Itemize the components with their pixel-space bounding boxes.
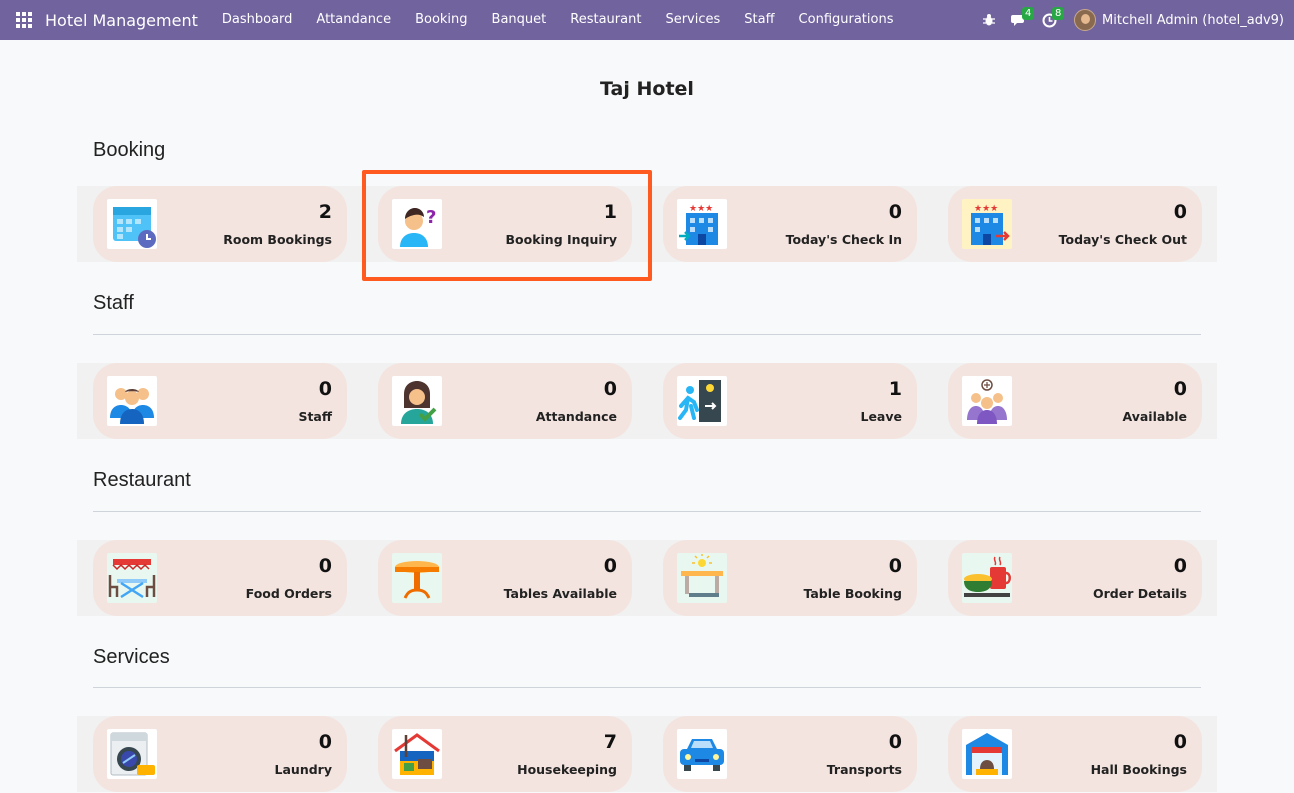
hotel-checkout-icon: ★★★ (962, 199, 1012, 249)
card-staff[interactable]: 0 Staff (93, 363, 347, 439)
page-title: Taj Hotel (600, 78, 694, 100)
food-orders-label: Food Orders (245, 586, 332, 601)
card-hall-bookings[interactable]: 0 Hall Bookings (948, 716, 1202, 792)
section-title-booking: Booking (93, 139, 166, 161)
dining-table-icon (107, 553, 157, 603)
table-booking-count: 0 (888, 555, 902, 577)
housekeeping-count: 7 (603, 731, 617, 753)
debug-bug-icon[interactable] (974, 0, 1004, 40)
staff-count: 0 (318, 378, 332, 400)
card-attandance[interactable]: 0 Attandance (378, 363, 632, 439)
messages-icon[interactable]: 4 (1004, 0, 1035, 40)
menu-restaurant[interactable]: Restaurant (558, 0, 653, 40)
menu-services[interactable]: Services (653, 0, 732, 40)
check-out-count: 0 (1173, 201, 1187, 223)
card-todays-check-in[interactable]: ★★★ 0 Today's Check In (663, 186, 917, 262)
card-transports[interactable]: 0 Transports (663, 716, 917, 792)
card-housekeeping[interactable]: 7 Housekeeping (378, 716, 632, 792)
tables-available-label: Tables Available (503, 586, 617, 601)
check-in-count: 0 (888, 201, 902, 223)
menu-dashboard[interactable]: Dashboard (210, 0, 305, 40)
user-menu[interactable]: Mitchell Admin (hotel_adv9) (1074, 9, 1284, 31)
laundry-count: 0 (318, 731, 332, 753)
people-available-icon (962, 376, 1012, 426)
section-title-staff: Staff (93, 292, 134, 314)
attandance-label: Attandance (535, 409, 617, 424)
order-details-label: Order Details (1092, 586, 1187, 601)
card-available[interactable]: 0 Available (948, 363, 1202, 439)
card-food-orders[interactable]: 0 Food Orders (93, 540, 347, 616)
room-bookings-label: Room Bookings (223, 232, 332, 247)
services-divider (93, 687, 1201, 688)
user-name: Mitchell Admin (hotel_adv9) (1102, 12, 1284, 28)
calendar-clock-icon (107, 199, 157, 249)
card-table-booking[interactable]: 0 Table Booking (663, 540, 917, 616)
housekeeping-label: Housekeeping (517, 762, 617, 777)
room-bookings-count: 2 (318, 201, 332, 223)
main-menu: Dashboard Attandance Booking Banquet Res… (210, 0, 906, 40)
person-check-icon (392, 376, 442, 426)
round-table-icon (392, 553, 442, 603)
staff-divider (93, 334, 1201, 335)
app-brand[interactable]: Hotel Management (45, 11, 198, 30)
card-leave[interactable]: 1 Leave (663, 363, 917, 439)
card-tables-available[interactable]: 0 Tables Available (378, 540, 632, 616)
avatar (1074, 9, 1097, 31)
menu-staff[interactable]: Staff (732, 0, 786, 40)
transports-label: Transports (826, 762, 902, 777)
leave-label: Leave (860, 409, 902, 424)
svg-text:★★★: ★★★ (974, 204, 998, 214)
section-title-restaurant: Restaurant (93, 469, 191, 491)
housekeeping-icon (392, 729, 442, 779)
reserved-table-icon (677, 553, 727, 603)
top-navbar: Hotel Management Dashboard Attandance Bo… (0, 0, 1294, 40)
app-menu-icon[interactable] (6, 0, 42, 40)
messages-badge: 4 (1022, 7, 1035, 20)
menu-booking[interactable]: Booking (403, 0, 479, 40)
card-todays-check-out[interactable]: ★★★ 0 Today's Check Out (948, 186, 1202, 262)
menu-configurations[interactable]: Configurations (787, 0, 906, 40)
svg-text:★★★: ★★★ (689, 204, 713, 214)
card-order-details[interactable]: 0 Order Details (948, 540, 1202, 616)
tables-available-count: 0 (603, 555, 617, 577)
exit-door-icon (677, 376, 727, 426)
highlight-box (362, 170, 652, 281)
activities-clock-icon[interactable]: 8 (1034, 0, 1065, 40)
available-label: Available (1122, 409, 1187, 424)
food-tray-icon (962, 553, 1012, 603)
staff-label: Staff (298, 409, 332, 424)
hall-bookings-label: Hall Bookings (1090, 762, 1187, 777)
washing-machine-icon (107, 729, 157, 779)
hall-icon (962, 729, 1012, 779)
table-booking-label: Table Booking (803, 586, 902, 601)
car-icon (677, 729, 727, 779)
check-out-label: Today's Check Out (1058, 232, 1187, 247)
leave-count: 1 (888, 378, 902, 400)
hall-bookings-count: 0 (1173, 731, 1187, 753)
card-room-bookings[interactable]: 2 Room Bookings (93, 186, 347, 262)
hotel-checkin-icon: ★★★ (677, 199, 727, 249)
available-count: 0 (1173, 378, 1187, 400)
laundry-label: Laundry (274, 762, 332, 777)
check-in-label: Today's Check In (785, 232, 902, 247)
attandance-count: 0 (603, 378, 617, 400)
menu-attandance[interactable]: Attandance (304, 0, 403, 40)
card-laundry[interactable]: 0 Laundry (93, 716, 347, 792)
transports-count: 0 (888, 731, 902, 753)
food-orders-count: 0 (318, 555, 332, 577)
section-title-services: Services (93, 646, 170, 668)
order-details-count: 0 (1173, 555, 1187, 577)
restaurant-divider (93, 511, 1201, 512)
menu-banquet[interactable]: Banquet (480, 0, 559, 40)
team-icon (107, 376, 157, 426)
activities-badge: 8 (1052, 7, 1065, 20)
